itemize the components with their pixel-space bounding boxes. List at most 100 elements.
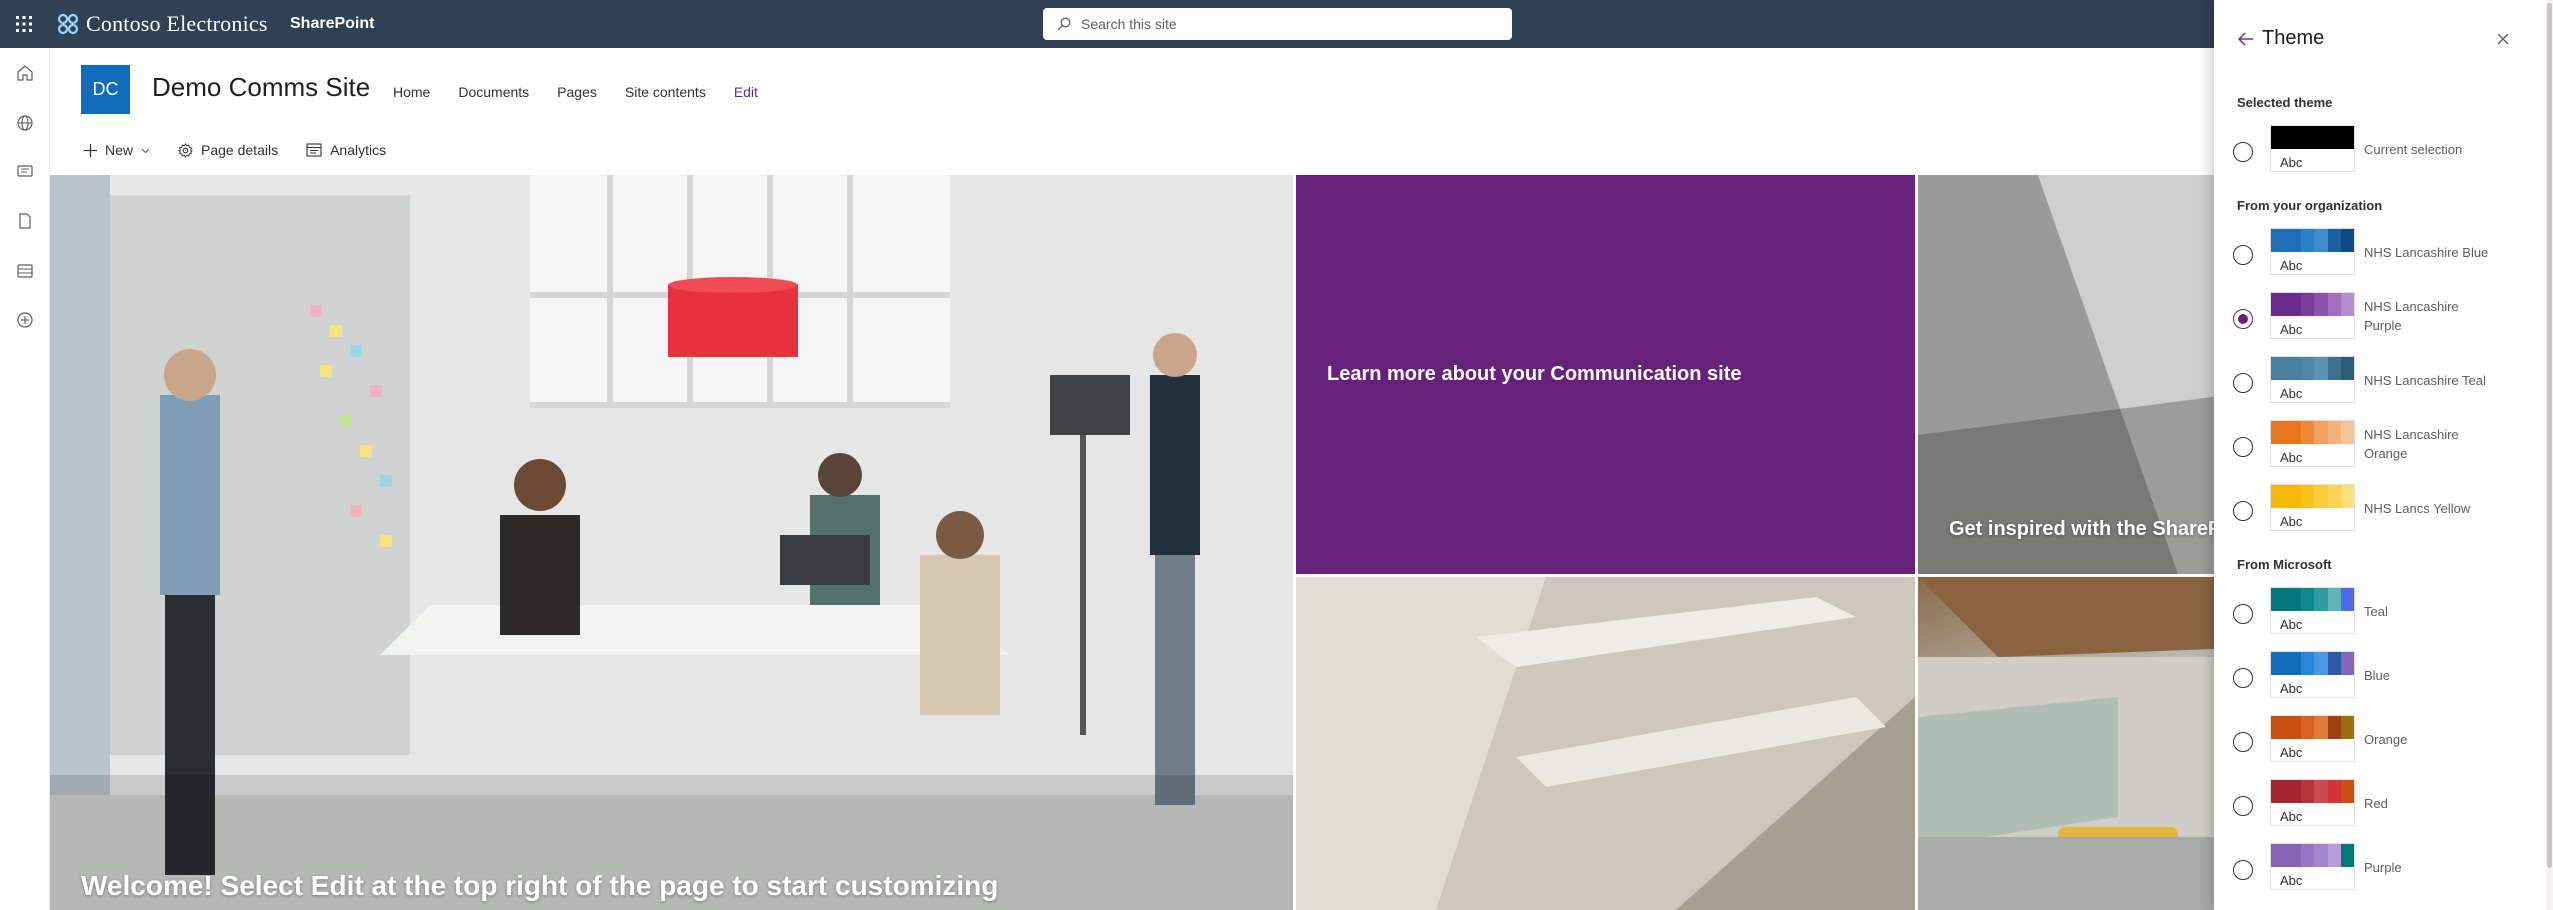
- swatch-sample-text: Abc: [2280, 873, 2303, 888]
- swatch-color-segment: [2301, 421, 2315, 444]
- swatch-sample-text: Abc: [2280, 386, 2303, 401]
- theme-option-nhs-lancashire-blue[interactable]: Abc NHS Lancashire Blue: [2233, 227, 2533, 277]
- close-icon[interactable]: [2495, 31, 2511, 47]
- theme-option-teal[interactable]: Abc Teal: [2233, 586, 2533, 636]
- theme-name: NHS Lancashire Purple: [2364, 299, 2459, 333]
- theme-swatch: Abc: [2270, 125, 2355, 172]
- rail-home-button[interactable]: [0, 53, 50, 93]
- staircase-image: [1296, 577, 1915, 910]
- theme-swatch: Abc: [2270, 356, 2355, 403]
- nav-home[interactable]: Home: [393, 82, 430, 102]
- chevron-down-icon: [141, 148, 150, 153]
- site-navigation: Home Documents Pages Site contents Edit: [393, 82, 786, 102]
- swatch-color-segment: [2327, 780, 2341, 803]
- rail-create-button[interactable]: [0, 300, 50, 340]
- swatch-color-segment: [2340, 293, 2354, 316]
- rail-news-button[interactable]: [0, 151, 50, 191]
- swatch-color-segment: [2301, 229, 2315, 252]
- theme-option-orange[interactable]: Abc Orange: [2233, 714, 2533, 764]
- theme-option-nhs-lancashire-purple[interactable]: Abc NHS Lancashire Purple: [2233, 291, 2533, 341]
- theme-option-purple[interactable]: Abc Purple: [2233, 842, 2533, 892]
- nav-edit-link[interactable]: Edit: [734, 82, 758, 102]
- swatch-color-segment: [2340, 357, 2354, 380]
- hero-welcome-title: Welcome! Select Edit at the top right of…: [81, 870, 999, 901]
- rail-sites-button[interactable]: [0, 103, 50, 143]
- theme-option-red[interactable]: Abc Red: [2233, 778, 2533, 828]
- theme-name: Orange: [2364, 732, 2408, 747]
- theme-option-nhs-lancs-yellow[interactable]: Abc NHS Lancs Yellow: [2233, 483, 2533, 533]
- site-title[interactable]: Demo Comms Site: [152, 72, 370, 103]
- swatch-color-segment: [2271, 293, 2301, 316]
- swatch-color-segment: [2327, 357, 2341, 380]
- swatch-color-segment: [2340, 421, 2354, 444]
- analytics-button[interactable]: Analytics: [306, 142, 386, 158]
- swatch-color-bar: [2271, 293, 2354, 316]
- search-box[interactable]: [1043, 8, 1512, 40]
- new-button[interactable]: New: [84, 142, 150, 158]
- swatch-color-segment: [2327, 229, 2341, 252]
- search-input[interactable]: [1081, 16, 1481, 32]
- search-icon: [1057, 17, 1071, 31]
- theme-radio[interactable]: [2233, 796, 2253, 816]
- theme-option-current[interactable]: Abc Current selection: [2233, 124, 2533, 174]
- hero-tile-learn-more[interactable]: Learn more about your Communication site: [1296, 175, 1915, 574]
- theme-radio[interactable]: [2233, 668, 2253, 688]
- hero-tile-bottom-middle[interactable]: [1296, 577, 1915, 910]
- rail-lists-button[interactable]: [0, 251, 50, 291]
- theme-radio[interactable]: [2233, 604, 2253, 624]
- theme-name: Current selection: [2364, 142, 2463, 157]
- theme-option-nhs-lancashire-orange[interactable]: Abc NHS Lancashire Orange: [2233, 419, 2533, 469]
- theme-name: Purple: [2364, 860, 2402, 875]
- waffle-icon: [16, 16, 32, 32]
- swatch-color-segment: [2271, 229, 2301, 252]
- microsoft-themes-label: From Microsoft: [2237, 557, 2332, 572]
- swatch-color-bar: [2271, 716, 2354, 739]
- theme-panel: Theme Selected theme Abc Current selecti…: [2214, 0, 2553, 910]
- nav-documents[interactable]: Documents: [458, 82, 529, 102]
- theme-radio[interactable]: [2233, 309, 2253, 329]
- swatch-color-bar: [2271, 588, 2354, 611]
- theme-radio[interactable]: [2233, 732, 2253, 752]
- theme-radio[interactable]: [2233, 437, 2253, 457]
- swatch-color-segment: [2271, 588, 2301, 611]
- swatch-color-segment: [2340, 780, 2354, 803]
- back-arrow-icon[interactable]: [2237, 30, 2255, 48]
- command-bar: New Page details Analytics: [84, 138, 414, 162]
- analytics-icon: [306, 143, 322, 157]
- globe-icon: [17, 115, 33, 131]
- page-details-button[interactable]: Page details: [178, 142, 278, 158]
- theme-radio[interactable]: [2233, 142, 2253, 162]
- swatch-sample-text: Abc: [2280, 155, 2303, 170]
- nav-site-contents[interactable]: Site contents: [625, 82, 706, 102]
- theme-option-blue[interactable]: Abc Blue: [2233, 650, 2533, 700]
- nav-pages[interactable]: Pages: [557, 82, 597, 102]
- swatch-color-segment: [2271, 652, 2301, 675]
- theme-radio[interactable]: [2233, 501, 2253, 521]
- theme-radio[interactable]: [2233, 860, 2253, 880]
- gear-icon: [178, 142, 193, 158]
- theme-radio[interactable]: [2233, 245, 2253, 265]
- theme-radio[interactable]: [2233, 373, 2253, 393]
- brand-name: Contoso Electronics: [86, 11, 268, 36]
- theme-swatch: Abc: [2270, 292, 2355, 339]
- office-meeting-image: [50, 175, 1293, 910]
- scrollbar-thumb[interactable]: [2547, 3, 2552, 868]
- app-launcher-button[interactable]: [0, 0, 48, 48]
- org-themes-label: From your organization: [2237, 198, 2383, 213]
- plus-icon: [84, 143, 97, 157]
- swatch-color-segment: [2314, 229, 2328, 252]
- hero-tile-welcome[interactable]: Welcome! Select Edit at the top right of…: [50, 175, 1293, 910]
- swatch-color-segment: [2340, 844, 2354, 867]
- theme-swatch: Abc: [2270, 651, 2355, 698]
- theme-swatch: Abc: [2270, 420, 2355, 467]
- rail-files-button[interactable]: [0, 201, 50, 241]
- site-logo[interactable]: DC: [81, 65, 130, 114]
- swatch-sample-text: Abc: [2280, 514, 2303, 529]
- theme-option-nhs-lancashire-teal[interactable]: Abc NHS Lancashire Teal: [2233, 355, 2533, 405]
- theme-swatch: Abc: [2270, 779, 2355, 826]
- app-name-link[interactable]: SharePoint: [290, 0, 374, 48]
- theme-name: NHS Lancashire Blue: [2364, 245, 2489, 260]
- brand-link[interactable]: Contoso Electronics: [56, 0, 268, 48]
- swatch-color-bar: [2271, 780, 2354, 803]
- panel-scrollbar[interactable]: [2546, 0, 2553, 910]
